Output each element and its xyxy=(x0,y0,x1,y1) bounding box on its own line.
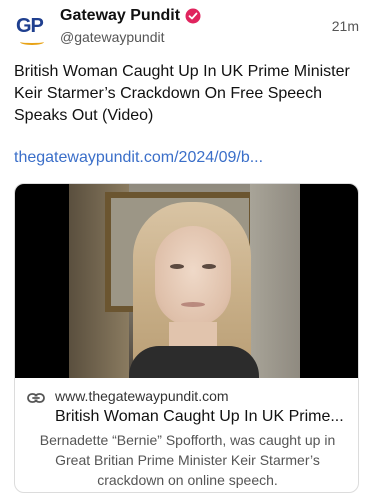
avatar-swoosh xyxy=(20,39,44,45)
video-frame-image xyxy=(69,184,300,378)
card-thumbnail[interactable] xyxy=(15,184,358,378)
verified-badge-icon xyxy=(185,8,201,24)
card-description: Bernadette “Bernie” Spofforth, was caugh… xyxy=(39,432,336,488)
card-domain: www.thegatewaypundit.com xyxy=(55,388,229,404)
post-link[interactable]: thegatewaypundit.com/2024/09/b... xyxy=(14,147,359,169)
card-body: www.thegatewaypundit.com British Woman C… xyxy=(15,378,358,492)
author-handle[interactable]: @gatewaypundit xyxy=(60,29,201,45)
card-title[interactable]: British Woman Caught Up In UK Prime... xyxy=(55,407,350,427)
link-icon xyxy=(27,391,45,403)
avatar[interactable]: GP xyxy=(14,13,48,47)
post-text: British Woman Caught Up In UK Prime Mini… xyxy=(14,63,350,124)
display-name-row: Gateway Pundit xyxy=(60,6,201,26)
avatar-logo-text: GP xyxy=(16,15,44,37)
link-preview-card[interactable]: www.thegatewaypundit.com British Woman C… xyxy=(14,183,359,493)
display-name[interactable]: Gateway Pundit xyxy=(60,7,180,25)
post-header: GP Gateway Pundit @gatewaypundit 21m xyxy=(14,6,359,50)
post-timestamp[interactable]: 21m xyxy=(332,18,359,34)
author-block: Gateway Pundit @gatewaypundit xyxy=(60,6,201,45)
